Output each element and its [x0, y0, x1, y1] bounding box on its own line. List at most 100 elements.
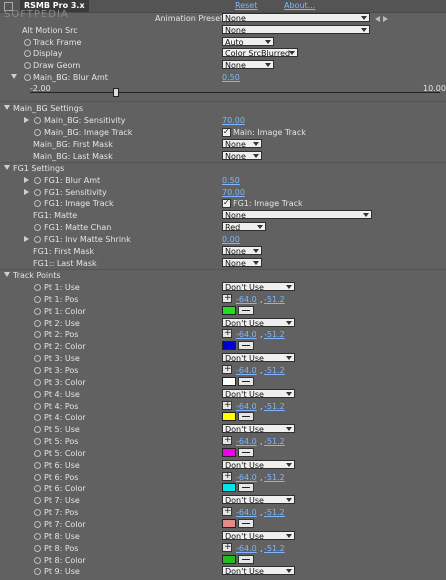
track-point-pos-x[interactable]: -64.0 — [236, 436, 257, 447]
color-swatch[interactable] — [222, 377, 236, 386]
track-point-pos-y[interactable]: -51.2 — [264, 329, 285, 340]
stopwatch-icon[interactable] — [34, 367, 41, 374]
stopwatch-icon[interactable] — [34, 521, 41, 528]
stopwatch-icon[interactable] — [34, 568, 41, 575]
track-point-use-dropdown[interactable]: Don't Use — [222, 424, 295, 434]
track-point-use-dropdown[interactable]: Don't Use — [222, 318, 295, 328]
crosshair-icon[interactable] — [222, 400, 232, 411]
track-point-use-dropdown[interactable]: Don't Use — [222, 531, 295, 541]
stopwatch-icon[interactable] — [34, 343, 41, 350]
fg1-blur-value[interactable]: 0.50 — [222, 175, 240, 186]
stopwatch-icon[interactable] — [34, 320, 41, 327]
track-frame-dropdown[interactable]: Auto — [222, 37, 274, 47]
color-swatch[interactable] — [222, 448, 236, 457]
eyedropper-icon[interactable] — [238, 483, 254, 492]
stopwatch-icon[interactable] — [34, 497, 41, 504]
color-swatch[interactable] — [222, 483, 236, 492]
track-point-pos-y[interactable]: -51.2 — [264, 401, 285, 412]
fg1-inv-matte-shrink-value[interactable]: 0.00 — [222, 234, 240, 245]
stopwatch-icon[interactable] — [34, 189, 41, 196]
track-point-pos-x[interactable]: -64.0 — [236, 543, 257, 554]
track-point-pos-y[interactable]: -51.2 — [264, 365, 285, 376]
about-link[interactable]: About... — [284, 0, 315, 12]
stopwatch-icon[interactable] — [24, 62, 31, 69]
eyedropper-icon[interactable] — [238, 519, 254, 528]
collapse-triangle-icon[interactable] — [24, 236, 29, 242]
stopwatch-icon[interactable] — [34, 379, 41, 386]
fg1-image-track-checkbox[interactable] — [222, 197, 231, 208]
track-point-pos-y[interactable]: -51.2 — [264, 436, 285, 447]
fg1-first-mask-dropdown[interactable]: None — [222, 246, 262, 256]
stopwatch-icon[interactable] — [24, 39, 31, 46]
stopwatch-icon[interactable] — [34, 485, 41, 492]
reset-link[interactable]: Reset — [235, 0, 257, 12]
main-bg-blur-slider[interactable] — [30, 88, 440, 97]
stopwatch-icon[interactable] — [34, 129, 41, 136]
crosshair-icon[interactable] — [222, 471, 232, 482]
crosshair-icon[interactable] — [222, 542, 232, 553]
track-point-use-dropdown[interactable]: Don't Use — [222, 566, 295, 576]
display-dropdown[interactable]: Color SrcBlurred — [222, 48, 298, 58]
prev-preset-icon[interactable] — [375, 16, 380, 22]
track-point-pos-x[interactable]: -64.0 — [236, 401, 257, 412]
expand-triangle-icon[interactable] — [4, 165, 10, 170]
main-bg-image-track-checkbox[interactable] — [222, 126, 231, 137]
fg1-matte-chan-dropdown[interactable]: Red — [222, 222, 266, 232]
track-point-use-dropdown[interactable]: Don't Use — [222, 389, 295, 399]
color-swatch[interactable] — [222, 519, 236, 528]
expand-triangle-icon[interactable] — [4, 272, 10, 277]
stopwatch-icon[interactable] — [34, 236, 41, 243]
stopwatch-icon[interactable] — [34, 533, 41, 540]
track-point-use-dropdown[interactable]: Don't Use — [222, 460, 295, 470]
next-preset-icon[interactable] — [383, 16, 388, 22]
stopwatch-icon[interactable] — [34, 296, 41, 303]
track-point-pos-y[interactable]: -51.2 — [264, 543, 285, 554]
slider-thumb[interactable] — [113, 88, 120, 97]
stopwatch-icon[interactable] — [34, 391, 41, 398]
track-point-pos-y[interactable]: -51.2 — [264, 472, 285, 483]
color-swatch[interactable] — [222, 555, 236, 564]
stopwatch-icon[interactable] — [34, 355, 41, 362]
stopwatch-icon[interactable] — [34, 414, 41, 421]
fg1-matte-dropdown[interactable]: None — [222, 210, 372, 220]
stopwatch-icon[interactable] — [34, 403, 41, 410]
track-point-pos-y[interactable]: -51.2 — [264, 507, 285, 518]
track-point-pos-x[interactable]: -64.0 — [236, 472, 257, 483]
crosshair-icon[interactable] — [222, 293, 232, 304]
stopwatch-icon[interactable] — [34, 224, 41, 231]
stopwatch-icon[interactable] — [34, 474, 41, 481]
animation-presets-dropdown[interactable]: None — [222, 13, 370, 23]
stopwatch-icon[interactable] — [34, 177, 41, 184]
collapse-triangle-icon[interactable] — [24, 189, 29, 195]
stopwatch-icon[interactable] — [34, 450, 41, 457]
main-bg-settings-header[interactable]: Main_BG Settings — [0, 103, 446, 114]
track-point-pos-x[interactable]: -64.0 — [236, 365, 257, 376]
color-swatch[interactable] — [222, 412, 236, 421]
track-point-pos-x[interactable]: -64.0 — [236, 329, 257, 340]
track-point-use-dropdown[interactable]: Don't Use — [222, 282, 295, 292]
draw-geom-dropdown[interactable]: None — [222, 60, 274, 70]
crosshair-icon[interactable] — [222, 364, 232, 375]
eyedropper-icon[interactable] — [238, 341, 254, 350]
stopwatch-icon[interactable] — [34, 331, 41, 338]
stopwatch-icon[interactable] — [34, 426, 41, 433]
main-bg-blur-value[interactable]: 0.50 — [222, 72, 240, 83]
track-point-use-dropdown[interactable]: Don't Use — [222, 353, 295, 363]
eyedropper-icon[interactable] — [238, 412, 254, 421]
alt-motion-src-dropdown[interactable]: None — [222, 25, 370, 35]
collapse-triangle-icon[interactable] — [24, 117, 29, 123]
eyedropper-icon[interactable] — [238, 448, 254, 457]
expand-triangle-icon[interactable] — [4, 105, 10, 110]
stopwatch-icon[interactable] — [34, 462, 41, 469]
eyedropper-icon[interactable] — [238, 377, 254, 386]
stopwatch-icon[interactable] — [34, 200, 41, 207]
crosshair-icon[interactable] — [222, 435, 232, 446]
stopwatch-icon[interactable] — [34, 117, 41, 124]
track-point-use-dropdown[interactable]: Don't Use — [222, 495, 295, 505]
main-bg-sensitivity-value[interactable]: 70.00 — [222, 115, 245, 126]
fg1-settings-header[interactable]: FG1 Settings — [0, 163, 446, 174]
stopwatch-icon[interactable] — [34, 308, 41, 315]
color-swatch[interactable] — [222, 341, 236, 350]
stopwatch-icon[interactable] — [34, 284, 41, 291]
stopwatch-icon[interactable] — [34, 557, 41, 564]
